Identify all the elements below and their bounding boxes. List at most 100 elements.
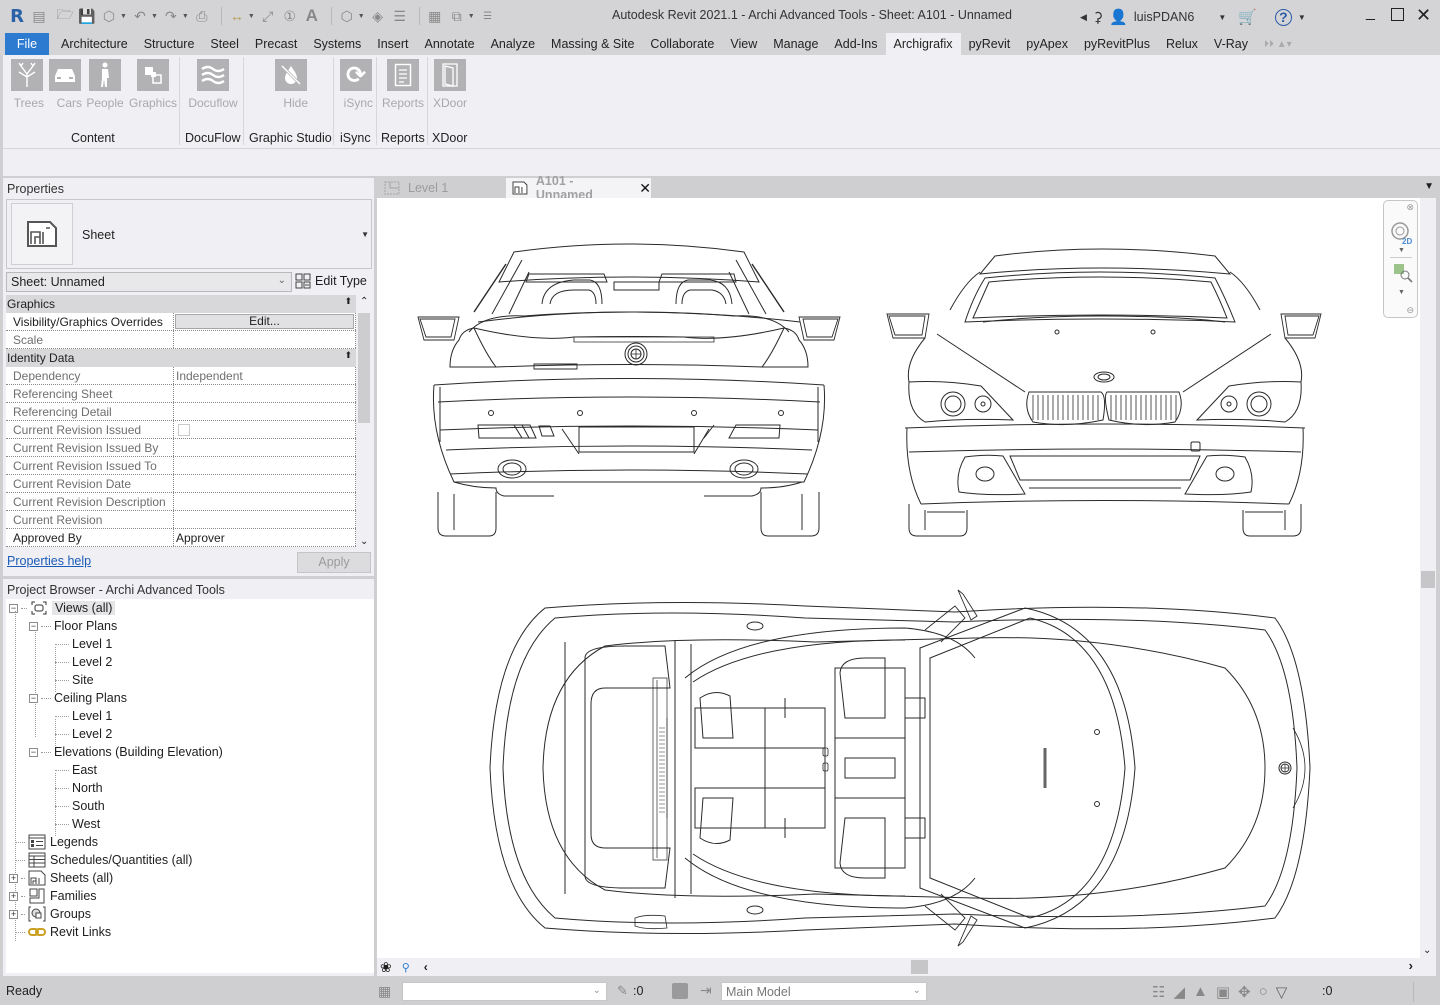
- apply-button[interactable]: Apply: [297, 552, 371, 573]
- property-value[interactable]: [174, 457, 356, 474]
- scroll-thumb[interactable]: [358, 313, 370, 423]
- tab-archigrafix[interactable]: Archigrafix: [885, 33, 961, 55]
- close-navbar-icon[interactable]: ⊗: [1406, 202, 1414, 213]
- tree-floor-plan-item[interactable]: Site: [55, 671, 94, 689]
- tree-elevation-item[interactable]: North: [55, 779, 103, 797]
- tab-add-ins[interactable]: Add-Ins: [826, 33, 885, 55]
- select-underlay-icon[interactable]: ◢: [1173, 983, 1185, 1001]
- people-button[interactable]: People: [86, 59, 124, 110]
- close-hidden-windows-icon[interactable]: ▦: [426, 7, 444, 25]
- exclude-options-icon[interactable]: ⇥: [700, 982, 712, 999]
- select-by-face-icon[interactable]: ▣: [1216, 983, 1230, 1001]
- type-dropdown-icon[interactable]: ▼: [361, 230, 369, 239]
- tab-menu-icon[interactable]: ▼: [1424, 181, 1434, 192]
- 2d-wheel-icon[interactable]: 2D: [1390, 221, 1412, 245]
- tab-level-1[interactable]: Level 1: [378, 178, 504, 198]
- tab-relux[interactable]: Relux: [1158, 33, 1206, 55]
- scroll-down-icon[interactable]: ⌄: [360, 536, 368, 547]
- tree-revit-links[interactable]: Revit Links: [15, 923, 111, 941]
- text-icon[interactable]: A: [303, 6, 321, 25]
- tree-floor-plan-item[interactable]: Level 2: [55, 653, 112, 671]
- property-value[interactable]: [174, 385, 356, 402]
- property-value[interactable]: Approver: [174, 529, 356, 546]
- cars-button[interactable]: Cars: [48, 59, 82, 110]
- close-tab-icon[interactable]: ✕: [639, 180, 651, 197]
- print-icon[interactable]: ⎙: [193, 7, 211, 25]
- design-option-selector[interactable]: Main Model ⌄: [721, 982, 927, 1001]
- tree-views-all[interactable]: − Views (all): [9, 599, 116, 617]
- tree-elevation-item[interactable]: West: [55, 815, 100, 833]
- graphics-button[interactable]: Graphics: [129, 59, 177, 110]
- property-value[interactable]: [174, 493, 356, 510]
- collapse-icon[interactable]: −: [29, 621, 38, 631]
- binoculars-icon[interactable]: ⚳: [1093, 9, 1103, 26]
- close-window-button[interactable]: ✕: [1416, 5, 1431, 26]
- tree-legends[interactable]: Legends: [15, 833, 98, 851]
- select-links-icon[interactable]: ☷: [1152, 983, 1165, 1001]
- minimize-button[interactable]: _: [1366, 4, 1375, 22]
- undo-icon[interactable]: ↶: [131, 7, 149, 25]
- tab-annotate[interactable]: Annotate: [417, 33, 483, 55]
- background-processes-icon[interactable]: ○: [1259, 983, 1268, 1001]
- tree-floor-plan-item[interactable]: Level 1: [55, 635, 112, 653]
- tab-precast[interactable]: Precast: [247, 33, 305, 55]
- help-icon[interactable]: ?: [1274, 8, 1292, 26]
- expand-icon[interactable]: +: [9, 909, 18, 919]
- xdoor-button[interactable]: XDoor: [433, 59, 467, 110]
- collapse-section-icon[interactable]: ⬆: [344, 296, 352, 307]
- tree-floor-plans[interactable]: − Floor Plans: [29, 617, 117, 635]
- revit-logo-icon[interactable]: R: [8, 6, 26, 27]
- default-3d-view-icon[interactable]: ⬡: [338, 7, 356, 25]
- vertical-scrollbar[interactable]: ⌄: [1420, 198, 1436, 958]
- wheel-dropdown-icon[interactable]: ▼: [1398, 247, 1405, 254]
- save-icon[interactable]: 💾: [78, 7, 96, 25]
- tree-ceiling-plan-item[interactable]: Level 1: [55, 707, 112, 725]
- collapse-section-icon[interactable]: ⬆: [344, 350, 352, 361]
- edit-type-button[interactable]: Edit Type: [295, 273, 367, 289]
- tab-pyrevitplus[interactable]: pyRevitPlus: [1076, 33, 1158, 55]
- tab-manage[interactable]: Manage: [765, 33, 826, 55]
- filter-icon[interactable]: ▽: [1276, 983, 1288, 1001]
- section-identity-data[interactable]: Identity Data ⬆: [6, 349, 356, 367]
- switch-windows-icon[interactable]: ⧉: [448, 7, 466, 25]
- edit-visibility-button[interactable]: Edit...: [175, 314, 354, 329]
- instance-selector[interactable]: Sheet: Unnamed ⌄: [6, 272, 292, 292]
- section-graphics[interactable]: Graphics ⬆: [6, 295, 356, 313]
- hide-button[interactable]: Hide: [274, 59, 308, 110]
- scroll-right-icon[interactable]: ›: [1409, 958, 1413, 973]
- tree-ceiling-plans[interactable]: − Ceiling Plans: [29, 689, 127, 707]
- tab-massing-site[interactable]: Massing & Site: [543, 33, 642, 55]
- property-value[interactable]: [174, 421, 356, 438]
- collapse-icon[interactable]: −: [29, 747, 38, 757]
- drag-on-selection-icon[interactable]: ✥: [1238, 983, 1251, 1001]
- tab-architecture[interactable]: Architecture: [53, 33, 136, 55]
- tab-a101-unnamed[interactable]: A101 - Unnamed ✕: [506, 174, 651, 202]
- zoom-region-icon[interactable]: [1393, 263, 1413, 283]
- maximize-button[interactable]: [1391, 8, 1404, 21]
- zoom-dropdown-icon[interactable]: ▼: [1398, 289, 1405, 296]
- tree-ceiling-plan-item[interactable]: Level 2: [55, 725, 112, 743]
- property-value[interactable]: [174, 403, 356, 420]
- horizontal-scroll-thumb[interactable]: [911, 960, 928, 974]
- type-selector[interactable]: Sheet ▼: [6, 199, 372, 269]
- workset-selector[interactable]: ⌄: [402, 982, 607, 1001]
- recent-files-icon[interactable]: ▤: [30, 7, 48, 25]
- 3d-dropdown-icon[interactable]: ▼: [358, 13, 365, 20]
- redo-dropdown-icon[interactable]: ▼: [182, 13, 189, 20]
- scroll-left-icon[interactable]: ‹: [424, 960, 428, 974]
- more-tabs-icon[interactable]: ⏵⏵ ▲▾: [1256, 33, 1300, 55]
- tree-schedules-quantities-all-[interactable]: Schedules/Quantities (all): [15, 851, 192, 869]
- docuflow-button[interactable]: Docuflow: [188, 59, 238, 110]
- tab-collaborate[interactable]: Collaborate: [642, 33, 722, 55]
- tab-v-ray[interactable]: V-Ray: [1206, 33, 1256, 55]
- tab-insert[interactable]: Insert: [369, 33, 416, 55]
- property-value[interactable]: [174, 475, 356, 492]
- expand-icon[interactable]: +: [9, 891, 18, 901]
- drawing-canvas[interactable]: [377, 198, 1420, 958]
- property-value[interactable]: [174, 331, 356, 348]
- trees-button[interactable]: Trees: [10, 59, 44, 110]
- scroll-down-icon[interactable]: ⌄: [1423, 945, 1431, 956]
- tree-groups[interactable]: + Groups: [9, 905, 91, 923]
- collapse-icon[interactable]: −: [9, 603, 18, 613]
- open-icon[interactable]: 🗁: [56, 6, 74, 25]
